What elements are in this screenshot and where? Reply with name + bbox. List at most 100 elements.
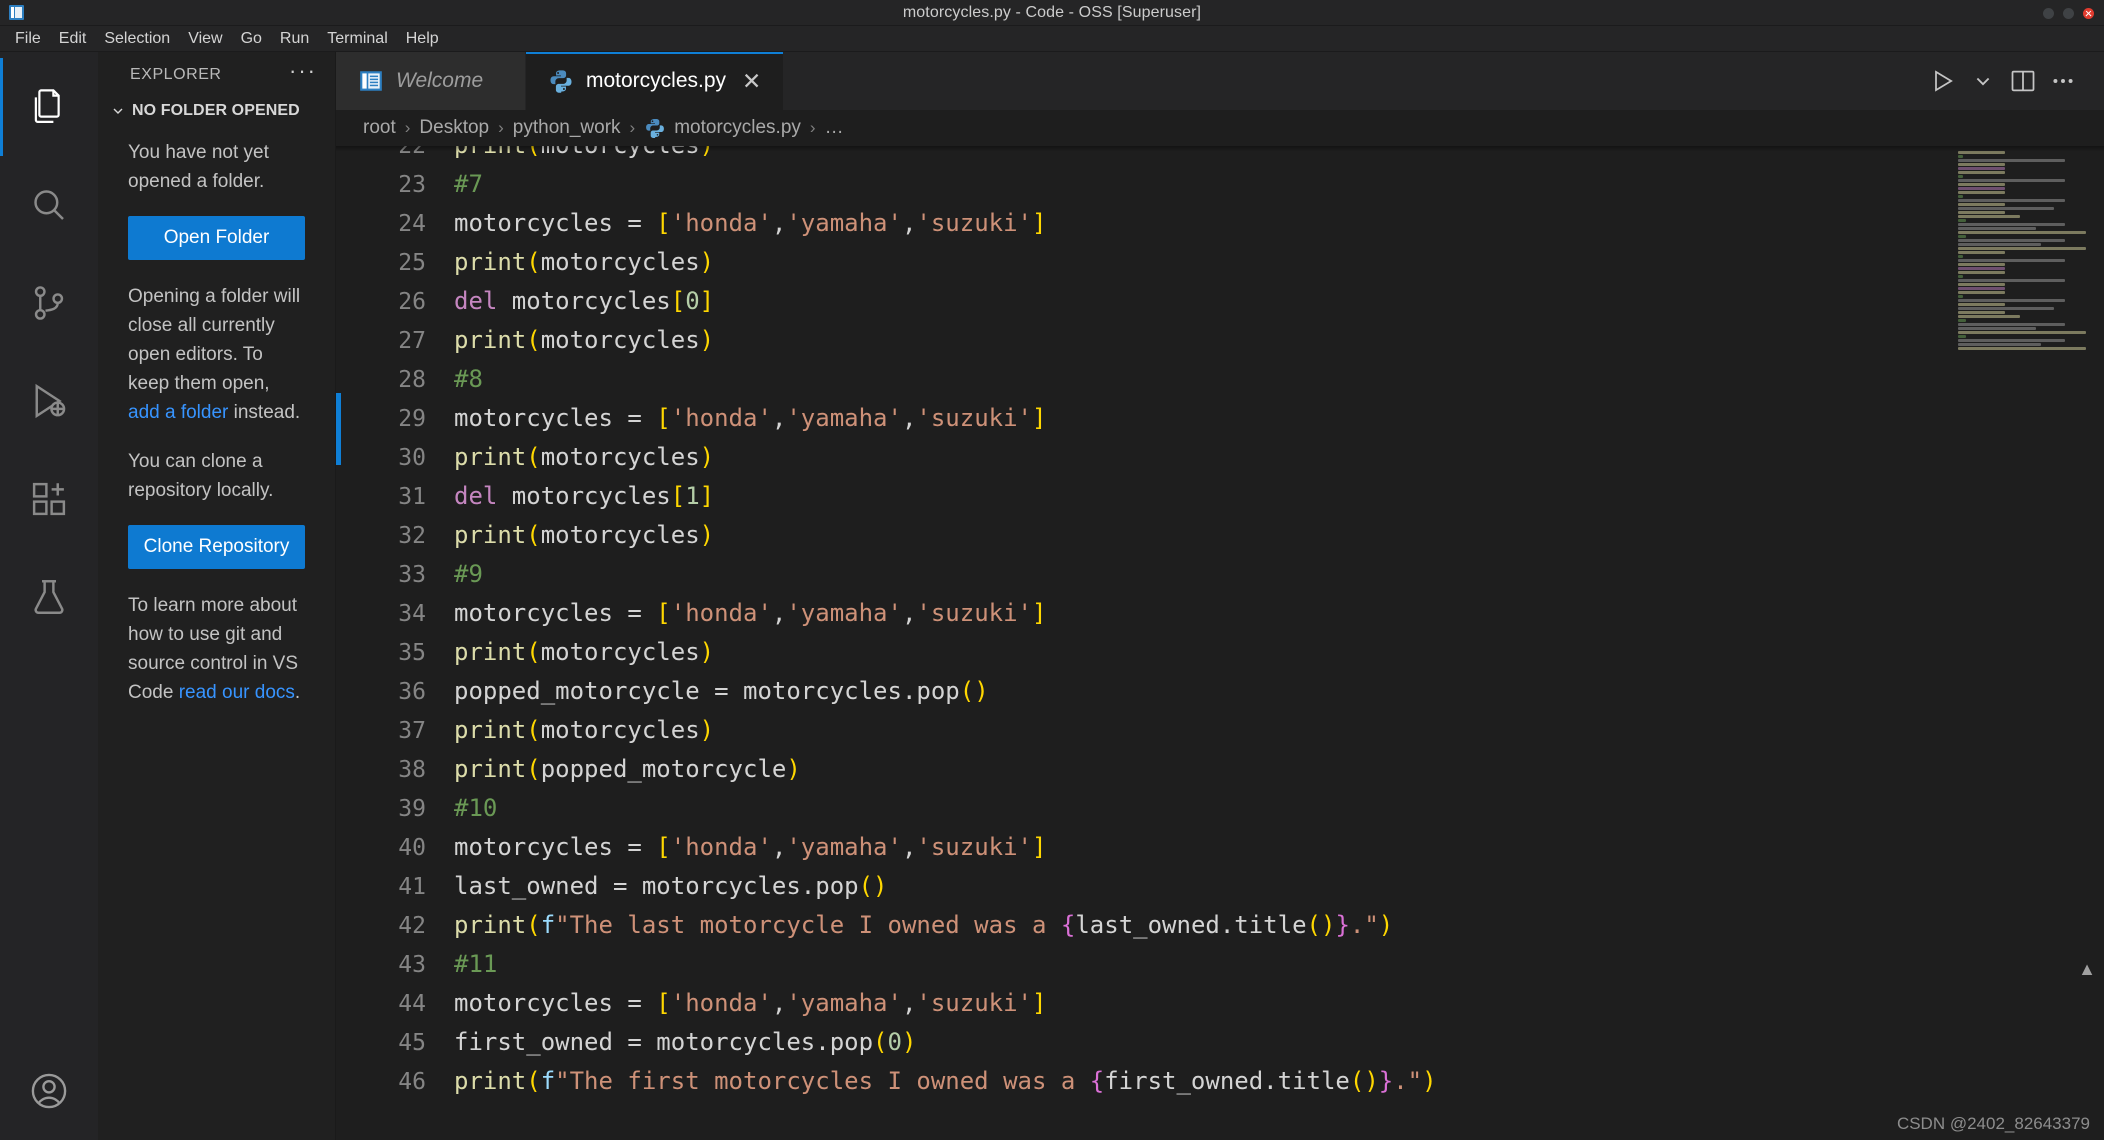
menu-file[interactable]: File [6,28,50,50]
minimap-line [1958,159,2065,162]
code-line[interactable]: 45 first_owned = motorcycles.pop(0) [336,1023,1954,1062]
minimap[interactable] [1954,146,2104,1140]
minimap-line [1958,215,2021,218]
code-line[interactable]: 30 print(motorcycles) [336,438,1954,477]
menu-edit[interactable]: Edit [50,28,96,50]
minimap-line [1958,171,2005,174]
split-editor-right-button[interactable] [2006,64,2040,98]
code-line[interactable]: 25 print(motorcycles) [336,243,1954,282]
minimap-line [1958,227,2036,230]
sidebar-header: EXPLORER ··· [98,52,335,98]
code-line[interactable]: 46 print(f"The first motorcycles I owned … [336,1062,1954,1101]
activitybar-item-accounts[interactable] [0,1042,98,1140]
tab-motorcycles-py[interactable]: motorcycles.py ✕ [526,52,785,110]
activitybar-item-testing[interactable] [0,548,98,646]
add-a-folder-link[interactable]: add a folder [128,402,228,423]
code-line[interactable]: 28 #8 [336,360,1954,399]
code-line[interactable]: 41 last_owned = motorcycles.pop() [336,867,1954,906]
line-number: 26 [398,289,426,315]
minimap-line [1958,155,1964,158]
menu-help[interactable]: Help [397,28,448,50]
activitybar-item-explorer[interactable] [0,58,98,156]
code-line[interactable]: 39 #10 [336,789,1954,828]
tab-welcome[interactable]: Welcome [336,52,526,110]
minimap-line [1958,151,2005,154]
run-python-file-button[interactable] [1926,64,1960,98]
line-number: 38 [398,757,426,783]
tab-motorcycles-py-label: motorcycles.py [586,69,727,92]
code-line[interactable]: 26 del motorcycles[0] [336,282,1954,321]
window-title: motorcycles.py - Code - OSS [Superuser] [902,3,1202,21]
activitybar-item-run-and-debug[interactable] [0,352,98,450]
code-line[interactable]: 27 print(motorcycles) [336,321,1954,360]
scroll-up-indicator-icon[interactable]: ▲ [2078,959,2096,980]
clone-repository-button[interactable]: Clone Repository [128,525,305,569]
activitybar-item-source-control[interactable] [0,254,98,352]
line-text: del motorcycles[1] [454,482,715,510]
line-number: 27 [398,328,426,354]
minimap-line [1958,199,2065,202]
sidebar-more-actions-button[interactable]: ··· [289,60,317,84]
menu-selection[interactable]: Selection [95,28,179,50]
menu-view[interactable]: View [179,28,231,50]
line-text: print(f"The first motorcycles I owned wa… [454,1067,1437,1095]
code-line[interactable]: 29 motorcycles = ['honda','yamaha','suzuk… [336,399,1954,438]
code-line[interactable]: 22 print(motorcycles) [336,146,1954,165]
code-line[interactable]: 23 #7 [336,165,1954,204]
line-number: 40 [398,835,426,861]
minimap-line [1958,223,2065,226]
line-text: print(motorcycles) [454,248,715,276]
activitybar-item-extensions[interactable] [0,450,98,548]
menu-run[interactable]: Run [271,28,318,50]
ellipsis-icon [2053,79,2073,83]
code-editor[interactable]: 22 print(motorcycles) 23 #7 24 motorcycles = … [336,146,2104,1140]
menu-terminal[interactable]: Terminal [318,28,396,50]
code-line[interactable]: 44 motorcycles = ['honda','yamaha','suzuk… [336,984,1954,1023]
line-number: 31 [398,484,426,510]
line-number: 42 [398,913,426,939]
editor-more-actions-button[interactable] [2046,64,2080,98]
breadcrumb-item-ellipsis[interactable]: … [822,117,847,139]
code-line[interactable]: 33 #9 [336,555,1954,594]
code-line[interactable]: 38 print(popped_motorcycle) [336,750,1954,789]
code-line[interactable]: 40 motorcycles = ['honda','yamaha','suzuk… [336,828,1954,867]
code-line[interactable]: 24 motorcycles = ['honda','yamaha','suzuk… [336,204,1954,243]
breadcrumb-item-python-work[interactable]: python_work [510,117,624,139]
code-line[interactable]: 31 del motorcycles[1] [336,477,1954,516]
sidebar-body: You have not yet opened a folder. Open F… [98,124,335,727]
code-line[interactable]: 32 print(motorcycles) [336,516,1954,555]
menu-go[interactable]: Go [232,28,271,50]
minimap-line [1958,303,2005,306]
line-text: print(popped_motorcycle) [454,755,801,783]
line-text: popped_motorcycle = motorcycles.pop() [454,677,989,705]
breadcrumb-item-root[interactable]: root [360,117,399,139]
close-button[interactable] [2083,7,2094,19]
code-line[interactable]: 43 #11 [336,945,1954,984]
line-number: 41 [398,874,426,900]
account-icon [31,1073,67,1109]
line-text: print(motorcycles) [454,146,714,165]
line-text: #11 [454,950,498,978]
line-number: 45 [398,1030,426,1056]
code-line[interactable]: 37 print(motorcycles) [336,711,1954,750]
tab-close-button[interactable]: ✕ [742,69,761,93]
code-line[interactable]: 42 print(f"The last motorcycle I owned wa… [336,906,1954,945]
minimize-button[interactable] [2043,7,2054,19]
read-our-docs-link[interactable]: read our docs [179,682,295,703]
code-line[interactable]: 35 print(motorcycles) [336,633,1954,672]
minimap-line [1958,255,1964,258]
code-line[interactable]: 36 popped_motorcycle = motorcycles.pop() [336,672,1954,711]
code-line[interactable]: 34 motorcycles = ['honda','yamaha','suzuk… [336,594,1954,633]
activitybar-item-search[interactable] [0,156,98,254]
breadcrumb-item-motorcycles-py[interactable]: motorcycles.py [641,117,804,139]
open-folder-button[interactable]: Open Folder [128,216,305,260]
sidebar-explorer: EXPLORER ··· NO FOLDER OPENED You have n… [98,52,336,1140]
line-number: 39 [398,796,426,822]
maximize-button[interactable] [2063,7,2074,19]
line-text: del motorcycles[0] [454,287,715,315]
code-content[interactable]: 22 print(motorcycles) 23 #7 24 motorcycles = … [336,146,1954,1140]
play-icon [1935,70,1953,92]
run-options-dropdown-button[interactable] [1966,64,2000,98]
section-no-folder-opened[interactable]: NO FOLDER OPENED [98,98,335,124]
breadcrumb-item-desktop[interactable]: Desktop [416,117,492,139]
